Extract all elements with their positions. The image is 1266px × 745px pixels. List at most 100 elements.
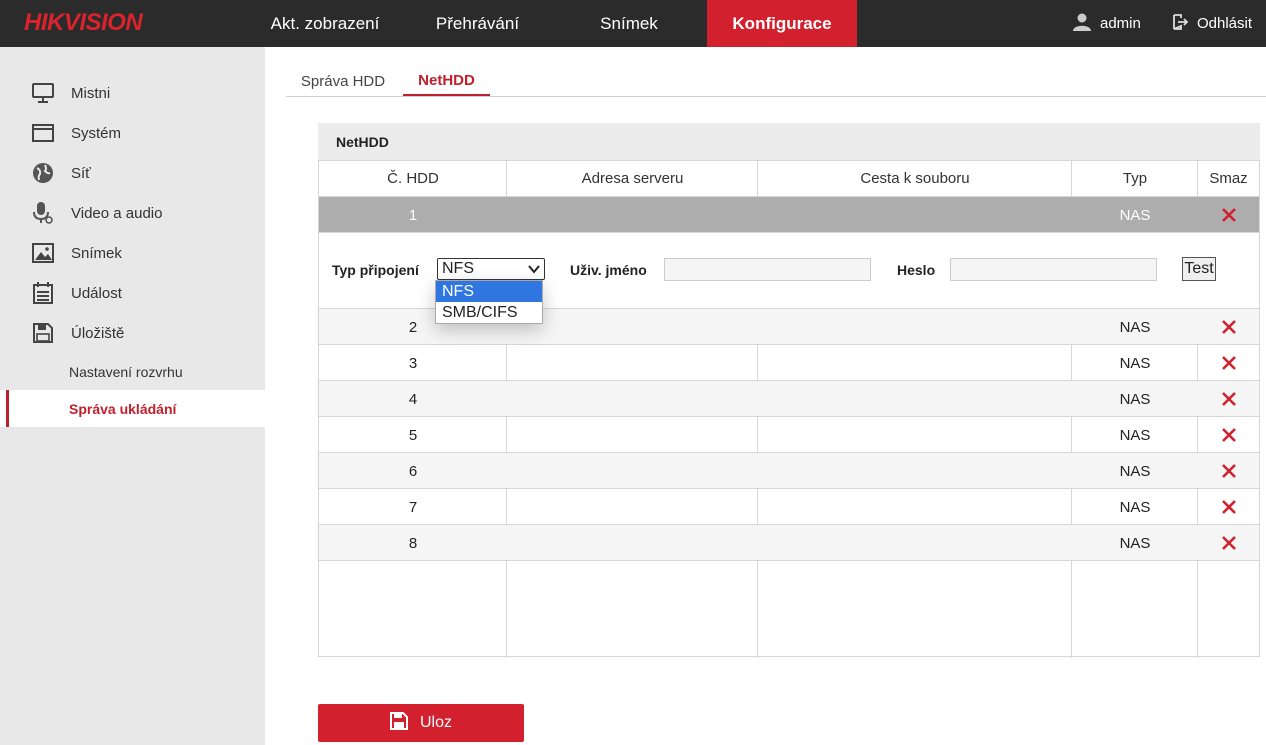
globe-icon — [31, 162, 55, 184]
nav-picture[interactable]: Snímek — [550, 0, 708, 47]
sidebar-item-label: Úložiště — [71, 324, 125, 342]
password-input[interactable] — [950, 258, 1157, 281]
column-header-delete: Smaz — [1198, 161, 1259, 197]
logout-icon — [1172, 13, 1189, 34]
type-cell: NAS — [1119, 462, 1151, 480]
save-label: Uloz — [419, 714, 452, 731]
sidebar-item-picture[interactable]: Snímek — [0, 233, 265, 273]
type-cell: NAS — [1119, 534, 1151, 552]
server-address-cell — [507, 417, 758, 453]
file-path-cell — [758, 525, 1072, 561]
username-label: Uživ. jméno — [570, 262, 647, 278]
hdd-no-cell: 3 — [408, 354, 418, 372]
panel-title: NetHDD — [318, 123, 1260, 160]
server-address-cell — [507, 453, 758, 489]
file-path-cell — [758, 309, 1072, 345]
sidebar-item-label: Video a audio — [71, 204, 163, 222]
system-icon — [31, 122, 55, 144]
sidebar-item-network[interactable]: Síť — [0, 153, 265, 193]
save-button[interactable]: Uloz — [318, 704, 524, 742]
file-path-cell — [758, 197, 1072, 233]
hdd-no-cell: 7 — [408, 498, 418, 516]
option-smb-cifs[interactable]: SMB/CIFS — [436, 302, 542, 323]
table-row[interactable]: 4 NAS — [319, 381, 1259, 417]
server-address-cell — [507, 197, 758, 233]
delete-icon[interactable] — [1198, 345, 1259, 381]
table-row[interactable]: 8 NAS — [319, 525, 1259, 561]
delete-icon[interactable] — [1198, 381, 1259, 417]
sidebar-subitem-schedule[interactable]: Nastavení rozvrhu — [0, 353, 265, 390]
server-address-cell — [507, 309, 758, 345]
table-row[interactable]: 5 NAS — [319, 417, 1259, 453]
monitor-icon — [31, 82, 55, 104]
sidebar-subitem-storage-management[interactable]: Správa ukládání — [0, 390, 265, 427]
hdd-no-cell: 1 — [408, 206, 418, 224]
sidebar-item-label: Událost — [71, 284, 122, 302]
hdd-no-cell: 6 — [408, 462, 418, 480]
type-cell: NAS — [1119, 498, 1151, 516]
column-header-server-address: Adresa serveru — [507, 161, 758, 197]
column-header-type: Typ — [1072, 161, 1198, 197]
file-path-cell — [758, 453, 1072, 489]
file-path-cell — [758, 489, 1072, 525]
top-bar: HIKVISION Akt. zobrazení Přehrávání Sním… — [0, 0, 1266, 47]
user-icon — [1072, 13, 1092, 35]
connection-type-value: NFS — [442, 260, 474, 277]
nav-live-view[interactable]: Akt. zobrazení — [245, 0, 405, 47]
logout-button[interactable]: Odhlásit — [1172, 0, 1252, 47]
floppy-icon — [31, 322, 55, 344]
delete-icon[interactable] — [1198, 417, 1259, 453]
column-header-hdd-no: Č. HDD — [319, 161, 507, 197]
tab-nethdd[interactable]: NetHDD — [403, 66, 490, 96]
file-path-cell — [758, 345, 1072, 381]
server-address-cell — [507, 381, 758, 417]
table-row[interactable]: 3 NAS — [319, 345, 1259, 381]
nav-playback[interactable]: Přehrávání — [405, 0, 550, 47]
user-menu[interactable]: admin — [1072, 0, 1141, 47]
sidebar-item-video-audio[interactable]: Video a audio — [0, 193, 265, 233]
sidebar-subitem-label: Nastavení rozvrhu — [69, 363, 183, 380]
image-icon — [31, 242, 55, 264]
type-cell: NAS — [1119, 426, 1151, 444]
delete-icon[interactable] — [1198, 489, 1259, 525]
table-row[interactable]: 7 NAS — [319, 489, 1259, 525]
connection-type-select[interactable]: NFS — [437, 258, 545, 280]
nethdd-table: Č. HDD Adresa serveru Cesta k souboru Ty… — [318, 160, 1260, 658]
sidebar-item-event[interactable]: Událost — [0, 273, 265, 313]
username-input[interactable] — [664, 258, 871, 281]
server-address-cell — [507, 345, 758, 381]
sidebar-item-local[interactable]: Mistni — [0, 73, 265, 113]
file-path-cell — [758, 417, 1072, 453]
hdd-no-cell: 4 — [408, 390, 418, 408]
logout-label: Odhlásit — [1197, 15, 1253, 32]
delete-icon[interactable] — [1198, 309, 1259, 345]
connection-type-label: Typ připojení — [332, 262, 419, 278]
calendar-icon — [31, 282, 55, 304]
type-cell: NAS — [1119, 354, 1151, 372]
delete-icon[interactable] — [1198, 197, 1259, 233]
connection-type-dropdown: NFS SMB/CIFS — [435, 280, 543, 324]
delete-icon[interactable] — [1198, 525, 1259, 561]
delete-icon[interactable] — [1198, 453, 1259, 489]
option-nfs[interactable]: NFS — [436, 281, 542, 302]
table-row[interactable]: 1 NAS — [319, 197, 1259, 233]
tab-divider — [286, 96, 1266, 97]
sidebar-item-storage[interactable]: Úložiště — [0, 313, 265, 353]
sidebar-item-label: Mistni — [71, 84, 111, 102]
sidebar-item-system[interactable]: Systém — [0, 113, 265, 153]
sidebar-item-label: Systém — [71, 124, 122, 142]
chevron-down-icon — [528, 262, 540, 281]
nav-configuration[interactable]: Konfigurace — [707, 0, 857, 47]
server-address-cell — [507, 489, 758, 525]
microphone-icon — [31, 202, 55, 224]
hdd-no-cell: 5 — [408, 426, 418, 444]
type-cell: NAS — [1119, 206, 1151, 224]
floppy-icon — [389, 711, 408, 735]
test-button[interactable]: Test — [1182, 257, 1216, 281]
column-header-file-path: Cesta k souboru — [758, 161, 1072, 197]
tab-hdd-management[interactable]: Správa HDD — [290, 66, 396, 96]
hikvision-logo: HIKVISION — [24, 9, 143, 36]
type-cell: NAS — [1119, 390, 1151, 408]
sidebar-subitem-label: Správa ukládání — [69, 400, 177, 417]
table-row[interactable]: 6 NAS — [319, 453, 1259, 489]
